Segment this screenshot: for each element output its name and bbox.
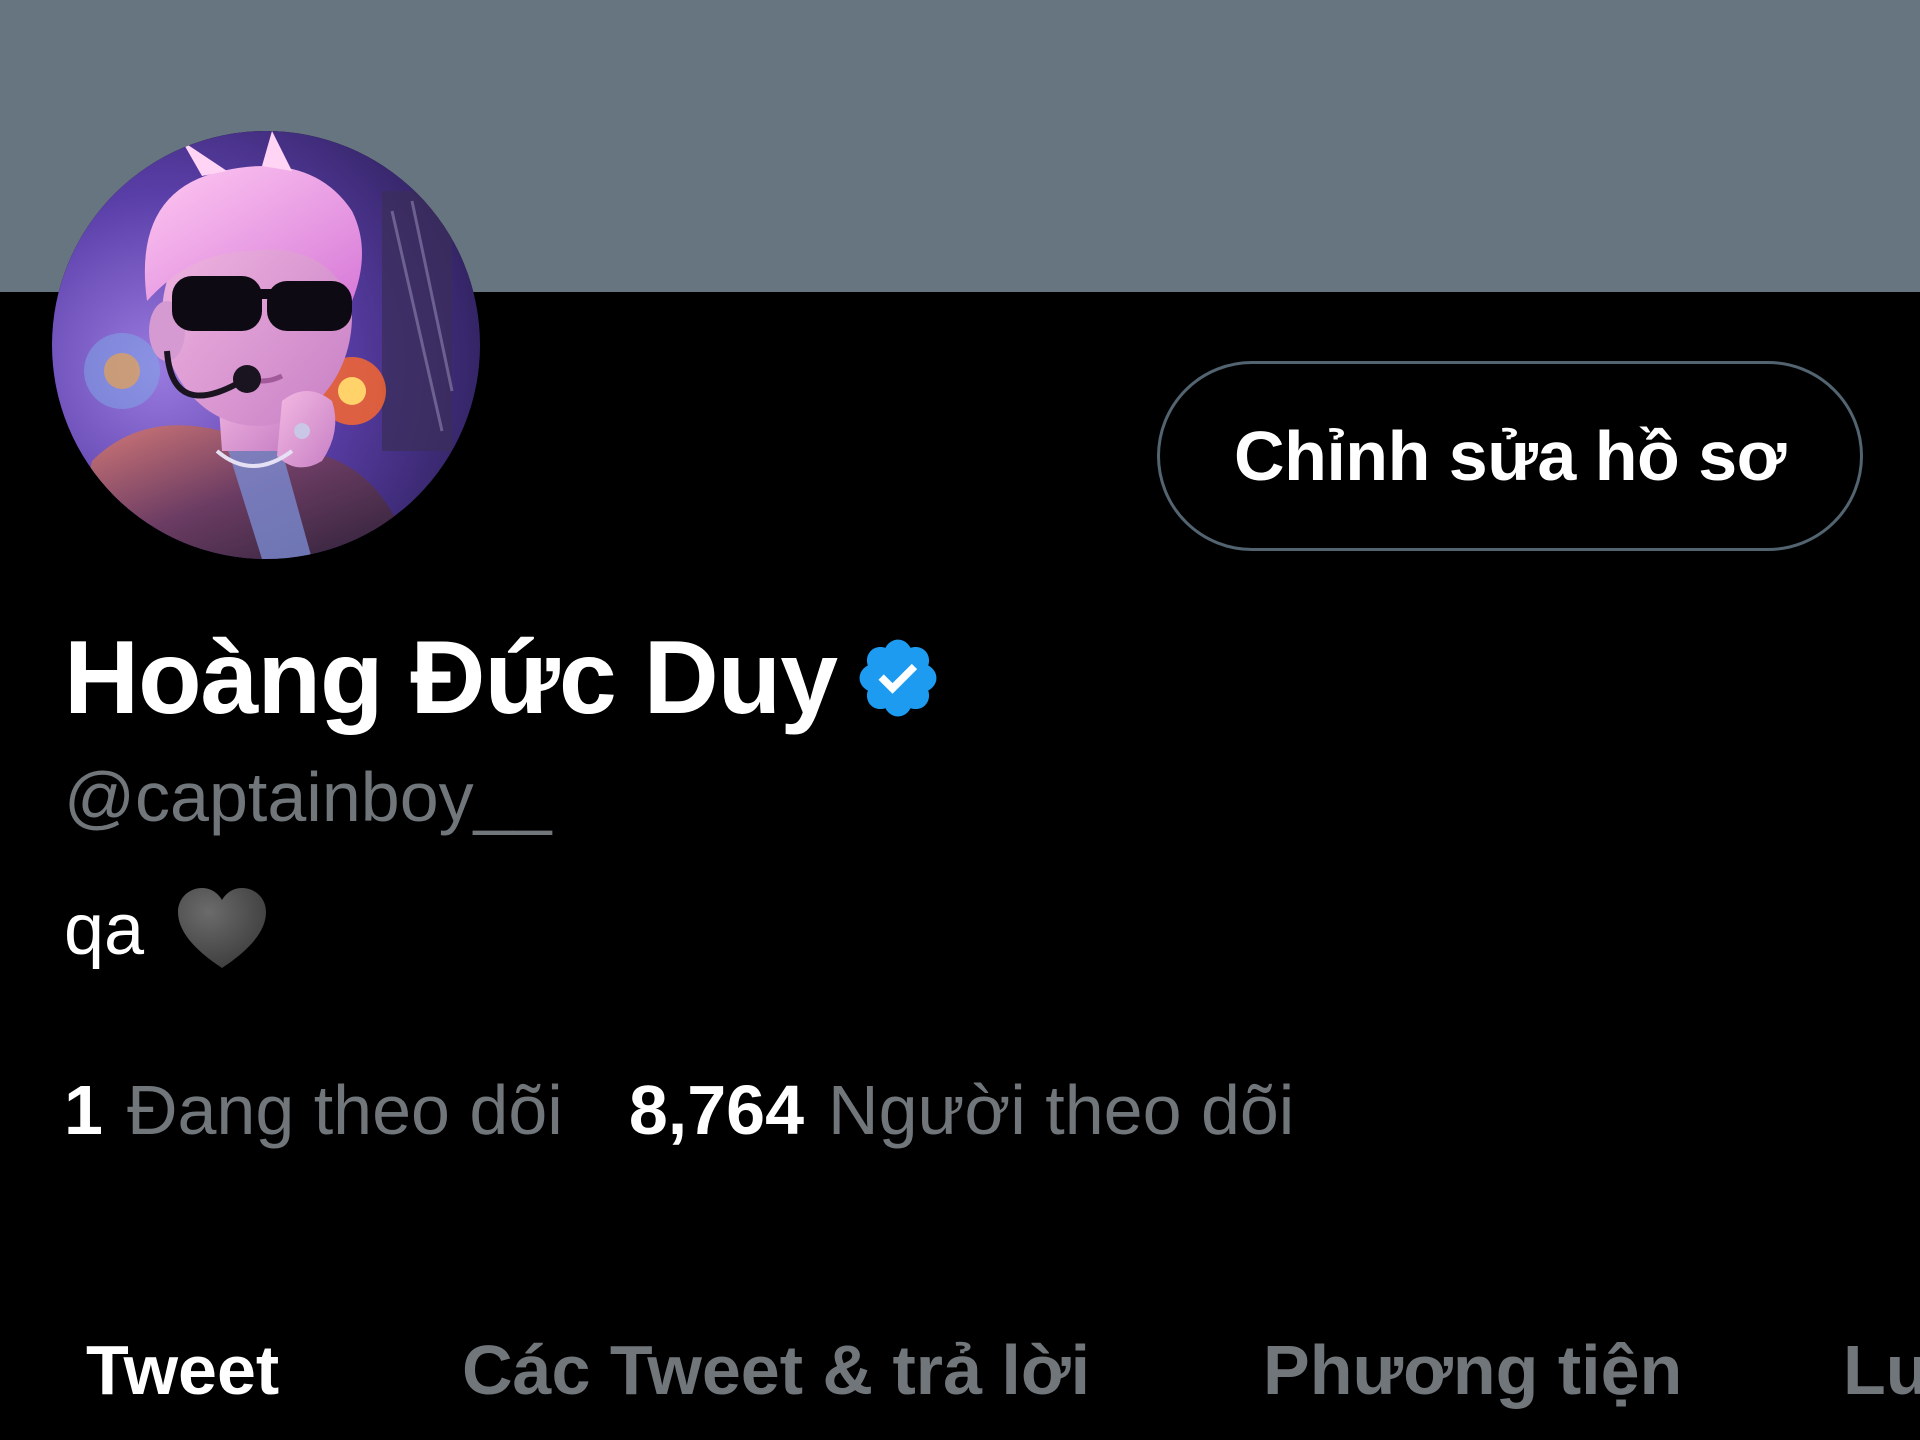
display-name: Hoàng Đức Duy — [64, 620, 838, 736]
verified-badge-icon[interactable] — [853, 633, 943, 723]
followers-stat[interactable]: 8,764 Người theo dõi — [629, 1070, 1295, 1150]
tab-tweets-and-replies[interactable]: Các Tweet & trả lời — [462, 1330, 1090, 1410]
profile-avatar[interactable] — [52, 131, 480, 559]
following-label: Đang theo dõi — [126, 1071, 563, 1149]
following-count: 1 — [64, 1071, 103, 1149]
tab-tweets[interactable]: Tweet — [86, 1330, 279, 1410]
black-heart-icon — [178, 888, 267, 968]
avatar-photo — [52, 131, 480, 559]
profile-bio: qa — [64, 880, 272, 980]
bio-text: qa — [64, 890, 145, 970]
profile-page: Chỉnh sửa hồ sơ Hoàng Đức Duy @captainbo… — [0, 0, 1920, 1440]
tab-media[interactable]: Phương tiện — [1263, 1330, 1682, 1410]
followers-label: Người theo dõi — [828, 1071, 1295, 1149]
tab-likes[interactable]: Lượt thích — [1843, 1330, 1920, 1410]
following-stat[interactable]: 1 Đang theo dõi — [64, 1070, 563, 1150]
edit-profile-button[interactable]: Chỉnh sửa hồ sơ — [1157, 361, 1863, 551]
name-row: Hoàng Đức Duy — [64, 618, 943, 738]
profile-handle: @captainboy__ — [64, 758, 552, 836]
profile-stats: 1 Đang theo dõi 8,764 Người theo dõi — [64, 1065, 1294, 1155]
profile-tabs: Tweet Các Tweet & trả lời Phương tiện Lư… — [0, 1300, 1920, 1440]
followers-count: 8,764 — [628, 1071, 805, 1149]
